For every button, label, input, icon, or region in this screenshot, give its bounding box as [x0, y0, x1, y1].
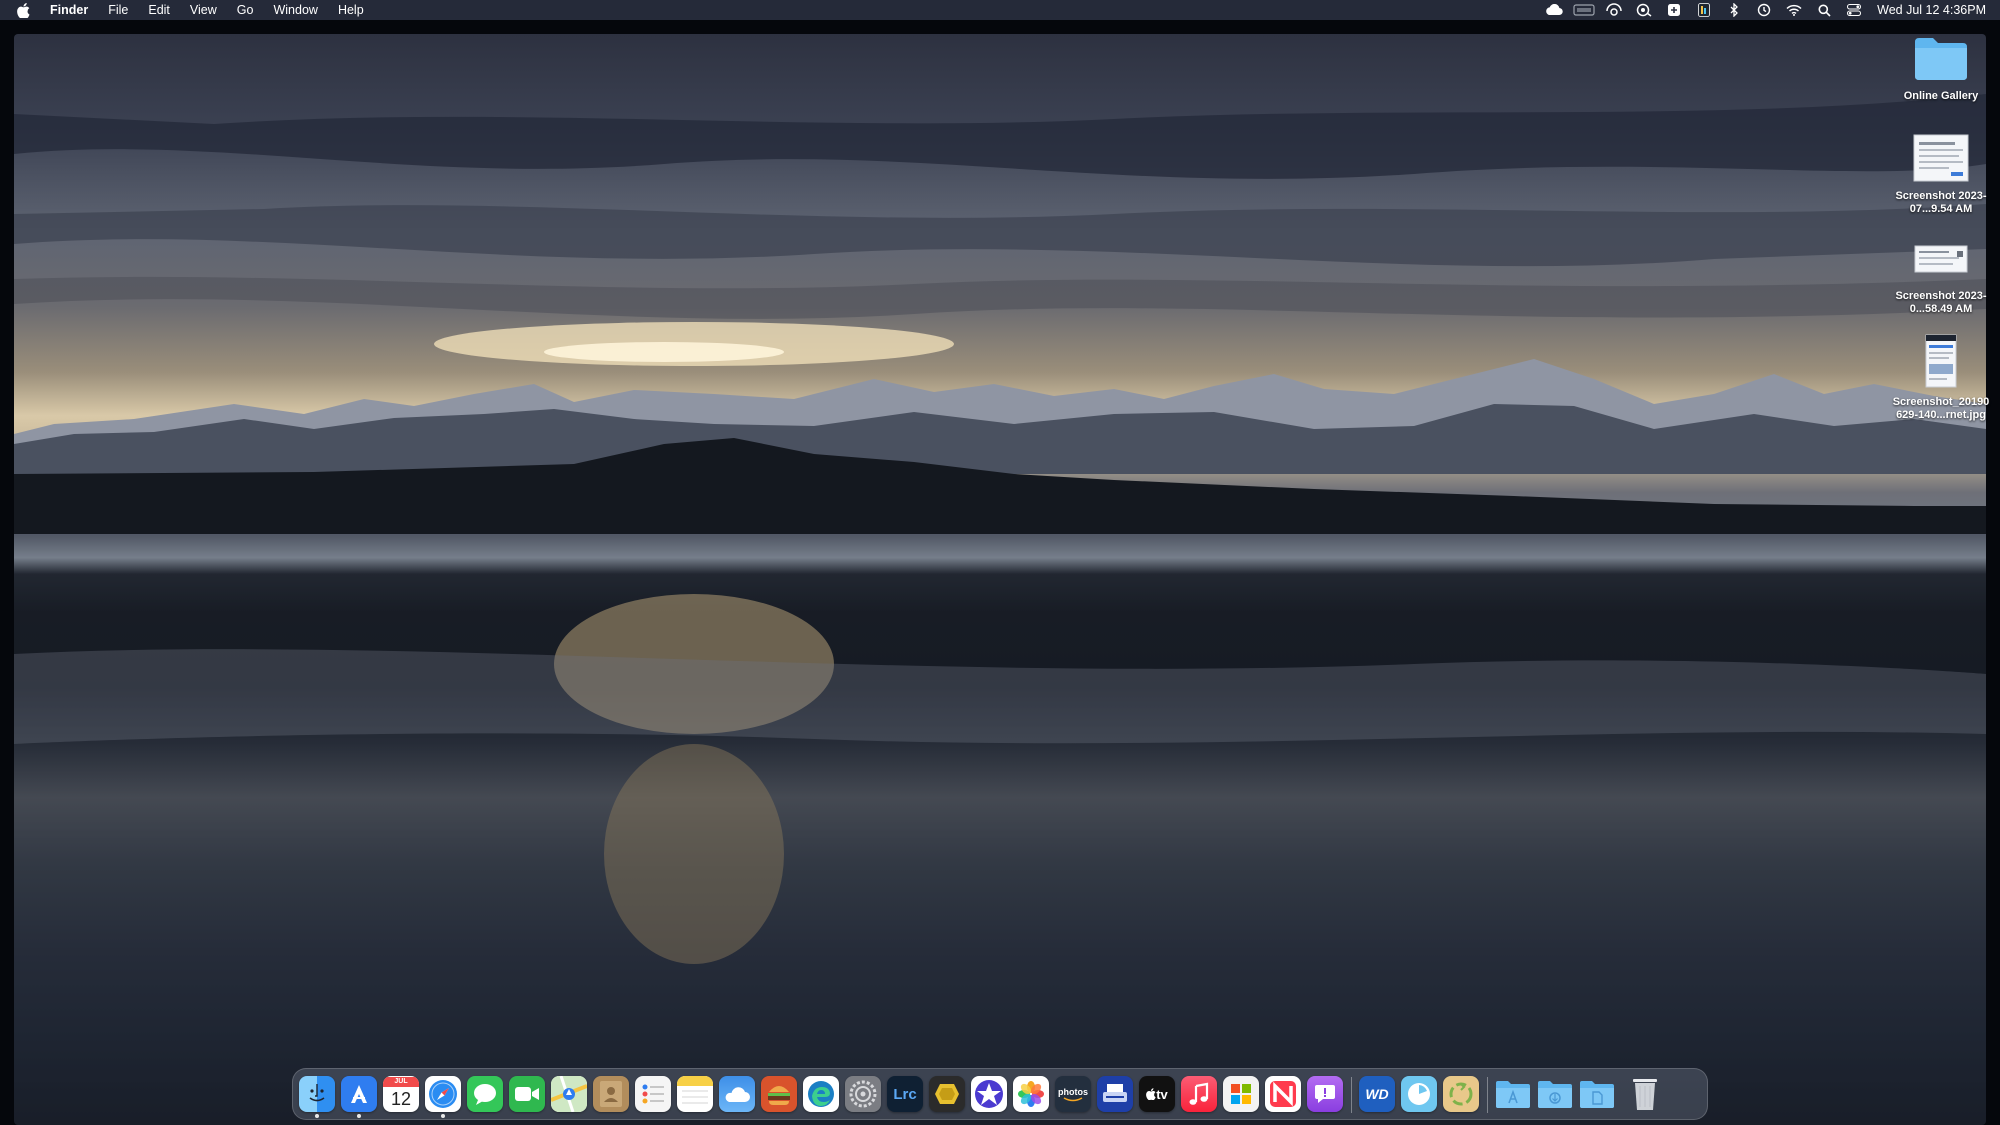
wd-discovery-icon[interactable]: WD — [1359, 1076, 1395, 1112]
amazon-photos-label: photos — [1058, 1086, 1088, 1097]
sync-eye-icon[interactable] — [1599, 0, 1629, 20]
spotlight-icon[interactable] — [1809, 0, 1839, 20]
online-gallery-folder[interactable]: Online Gallery — [1881, 34, 2000, 103]
documents-folder-icon[interactable] — [1579, 1076, 1615, 1112]
menu-view[interactable]: View — [180, 0, 227, 20]
menu-bar: Finder File Edit View Go Window Help Wed… — [0, 0, 2000, 20]
downloads-folder-icon[interactable] — [1537, 1076, 1573, 1112]
dock-separator — [1487, 1077, 1488, 1113]
recycle-app-icon[interactable] — [1443, 1076, 1479, 1112]
timer-app-icon[interactable] — [1401, 1076, 1437, 1112]
news-icon[interactable] — [1265, 1076, 1301, 1112]
finder-icon[interactable] — [299, 1076, 335, 1112]
menu-edit[interactable]: Edit — [138, 0, 180, 20]
menu-help[interactable]: Help — [328, 0, 374, 20]
menu-bar-status: Wed Jul 12 4:36PM — [1539, 0, 1986, 20]
menu-app-name[interactable]: Finder — [40, 0, 98, 20]
reminders-icon[interactable] — [635, 1076, 671, 1112]
music-icon[interactable] — [1181, 1076, 1217, 1112]
apple-tv-label: tv — [1156, 1086, 1168, 1102]
photos-icon[interactable] — [1013, 1076, 1049, 1112]
messages-icon[interactable] — [467, 1076, 503, 1112]
display-badge-icon[interactable] — [1569, 0, 1599, 20]
menu-window[interactable]: Window — [263, 0, 327, 20]
safari-icon[interactable] — [425, 1076, 461, 1112]
facetime-icon[interactable] — [509, 1076, 545, 1112]
notes-header — [677, 1076, 713, 1086]
apple-menu-icon[interactable] — [14, 2, 32, 18]
screenshot-1-label: Screenshot 2023-07...9.54 AM — [1895, 190, 1987, 215]
edge-icon[interactable] — [803, 1076, 839, 1112]
menu-bar-clock[interactable]: Wed Jul 12 4:36PM — [1877, 3, 1986, 17]
amazon-photos-icon[interactable]: photos — [1055, 1076, 1091, 1112]
weather-icon[interactable] — [719, 1076, 755, 1112]
system-settings-icon[interactable] — [845, 1076, 881, 1112]
menu-go[interactable]: Go — [227, 0, 264, 20]
imovie-icon[interactable] — [971, 1076, 1007, 1112]
document-thumbnail-icon — [1913, 134, 1969, 182]
feedback-icon[interactable] — [1307, 1076, 1343, 1112]
lightroom-classic-icon[interactable]: Lrc — [887, 1076, 923, 1112]
launchpad-running-indicator — [357, 1114, 361, 1118]
safari-running-indicator — [441, 1114, 445, 1118]
calendar-icon[interactable]: JUL 12 — [383, 1076, 419, 1112]
share-icon[interactable] — [1659, 0, 1689, 20]
trash-icon[interactable] — [1627, 1076, 1663, 1112]
desktop-wallpaper — [14, 34, 1986, 1125]
calendar-month-strip: JUL — [383, 1077, 419, 1087]
icloud-icon[interactable] — [1539, 0, 1569, 20]
notes-icon[interactable] — [677, 1076, 713, 1112]
screenshot-file-1[interactable]: Screenshot 2023-07...9.54 AM — [1881, 134, 2000, 216]
color-app-icon[interactable] — [1689, 0, 1719, 20]
screenshot-file-3[interactable]: Screenshot_20190 629-140...rnet.jpg — [1881, 334, 2000, 422]
scanner-app-icon[interactable] — [1097, 1076, 1133, 1112]
dock-separator — [1351, 1077, 1352, 1113]
wallpaper-landscape — [14, 94, 1986, 1125]
menu-file[interactable]: File — [98, 0, 138, 20]
cloud-eye-icon[interactable] — [1629, 0, 1659, 20]
screenshot-file-2[interactable]: Screenshot 2023-0...58.49 AM — [1881, 234, 2000, 316]
photo-app-yellow-icon[interactable] — [929, 1076, 965, 1112]
wifi-icon[interactable] — [1779, 0, 1809, 20]
maps-icon[interactable] — [551, 1076, 587, 1112]
screenshot-2-label: Screenshot 2023-0...58.49 AM — [1895, 290, 1987, 315]
document-thumbnail-icon — [1914, 245, 1968, 273]
applications-folder-icon[interactable] — [1495, 1076, 1531, 1112]
microsoft-remote-icon[interactable] — [1223, 1076, 1259, 1112]
image-thumbnail-icon — [1925, 334, 1957, 388]
burger-app-icon[interactable] — [761, 1076, 797, 1112]
finder-running-indicator — [315, 1114, 319, 1118]
control-center-icon[interactable] — [1839, 0, 1869, 20]
online-gallery-label: Online Gallery — [1903, 90, 1979, 102]
menu-bar-left: Finder File Edit View Go Window Help — [0, 0, 374, 20]
dock: JUL 12 Lrc photos tv WD — [292, 1068, 1708, 1120]
folder-icon — [1915, 38, 1967, 80]
calendar-day: 12 — [390, 1089, 412, 1109]
contacts-icon[interactable] — [593, 1076, 629, 1112]
time-machine-icon[interactable] — [1749, 0, 1779, 20]
apple-tv-icon[interactable]: tv — [1139, 1076, 1175, 1112]
screenshot-3-label: Screenshot_20190 629-140...rnet.jpg — [1892, 396, 1990, 421]
bluetooth-icon[interactable] — [1719, 0, 1749, 20]
launchpad-icon[interactable] — [341, 1076, 377, 1112]
